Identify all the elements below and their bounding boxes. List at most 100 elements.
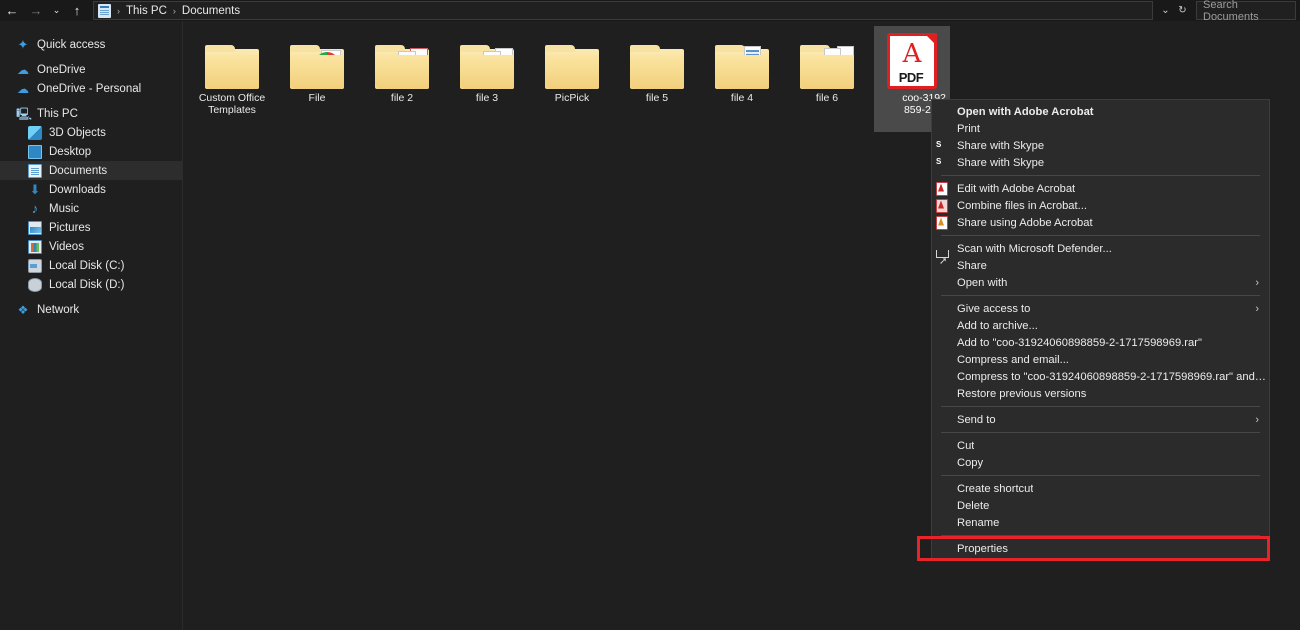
music-icon: ♪ xyxy=(31,200,39,216)
sidebar-item-documents[interactable]: Documents xyxy=(0,161,182,180)
up-arrow-icon[interactable]: ↑ xyxy=(65,0,89,21)
sidebar-item-local-disk-d[interactable]: Local Disk (D:) xyxy=(0,275,182,294)
menu-item-compress-and-email[interactable]: Compress and email... xyxy=(932,351,1269,368)
file-explorer-window: ← → ⌄ ↑ › This PC › Documents ⌄ ↻ Search… xyxy=(0,0,1300,630)
sidebar-item-3d-objects[interactable]: 3D Objects xyxy=(0,123,182,142)
menu-item-restore-previous-versions[interactable]: Restore previous versions xyxy=(932,385,1269,402)
hard-drive-icon xyxy=(28,258,42,273)
skype-icon xyxy=(936,139,953,153)
menu-item-print[interactable]: Print xyxy=(932,120,1269,137)
this-pc-icon: 🖳 xyxy=(16,106,33,121)
menu-item-share-with-skype[interactable]: Share with Skype xyxy=(932,154,1269,171)
sidebar-item-onedrive[interactable]: ☁ OneDrive xyxy=(0,60,182,79)
sidebar-item-label: This PC xyxy=(37,107,78,120)
search-input[interactable]: Search Documents xyxy=(1196,0,1296,23)
menu-item-combine-files-in-acrobat[interactable]: Combine files in Acrobat... xyxy=(932,197,1269,214)
folder-icon xyxy=(619,31,695,89)
file-item-folder[interactable]: file 4 xyxy=(704,31,780,104)
sidebar-item-label: Network xyxy=(37,303,80,316)
sidebar-item-label: Local Disk (C:) xyxy=(49,259,125,272)
sidebar-item-videos[interactable]: Videos xyxy=(0,237,182,256)
menu-item-scan-with-microsoft-defender[interactable]: Scan with Microsoft Defender... xyxy=(932,240,1269,257)
menu-item-label: Compress to "coo-31924060898859-2-171759… xyxy=(957,370,1269,383)
menu-separator xyxy=(941,432,1260,433)
menu-item-edit-with-adobe-acrobat[interactable]: Edit with Adobe Acrobat xyxy=(932,180,1269,197)
menu-item-share-using-adobe-acrobat[interactable]: Share using Adobe Acrobat xyxy=(932,214,1269,231)
menu-item-compress-to-coo-31924060898859-2-1717598[interactable]: Compress to "coo-31924060898859-2-171759… xyxy=(932,368,1269,385)
menu-item-add-to-archive[interactable]: Add to archive... xyxy=(932,317,1269,334)
menu-item-share[interactable]: Share xyxy=(932,257,1269,274)
folder-icon xyxy=(449,31,525,89)
menu-item-open-with-adobe-acrobat[interactable]: Open with Adobe Acrobat xyxy=(932,103,1269,120)
menu-icon-placeholder xyxy=(936,439,953,453)
forward-arrow-icon[interactable]: → xyxy=(24,0,48,21)
chevron-down-icon[interactable]: ⌄ xyxy=(48,0,65,21)
menu-item-label: Open with xyxy=(957,276,1008,289)
menu-item-properties[interactable]: Properties xyxy=(932,540,1269,557)
acrobat-edit-icon xyxy=(936,182,953,196)
submenu-chevron-icon: › xyxy=(1255,302,1259,315)
folder-icon xyxy=(364,31,440,89)
back-arrow-icon[interactable]: ← xyxy=(0,0,24,21)
sidebar-item-pictures[interactable]: Pictures xyxy=(0,218,182,237)
refresh-icon[interactable]: ↻ xyxy=(1174,1,1191,20)
menu-item-cut[interactable]: Cut xyxy=(932,437,1269,454)
pdf-file-icon: A PDF xyxy=(874,31,950,89)
file-item-folder[interactable]: Custom Office Templates xyxy=(194,31,270,116)
sidebar-item-local-disk-c[interactable]: Local Disk (C:) xyxy=(0,256,182,275)
file-item-folder[interactable]: file 6 xyxy=(789,31,865,104)
file-name-label: file 5 xyxy=(645,92,669,104)
breadcrumb-separator: › xyxy=(117,5,120,16)
context-menu[interactable]: Open with Adobe Acrobat Print Share with S… xyxy=(931,99,1270,561)
search-placeholder: Search Documents xyxy=(1203,0,1259,23)
sidebar-item-music[interactable]: ♪ Music xyxy=(0,199,182,218)
breadcrumb[interactable]: › This PC › Documents xyxy=(93,1,1153,20)
menu-item-add-to-coo-31924060898859-2-1717598969-r[interactable]: Add to "coo-31924060898859-2-1717598969.… xyxy=(932,334,1269,351)
menu-item-send-to[interactable]: Send to › xyxy=(932,411,1269,428)
menu-icon-placeholder xyxy=(936,413,953,427)
sidebar-item-downloads[interactable]: ⬇ Downloads xyxy=(0,180,182,199)
submenu-chevron-icon: › xyxy=(1255,413,1259,426)
sidebar-item-onedrive-personal[interactable]: ☁ OneDrive - Personal xyxy=(0,79,182,98)
file-item-folder[interactable]: file 2 xyxy=(364,31,440,104)
menu-item-label: Edit with Adobe Acrobat xyxy=(957,182,1076,195)
file-item-folder[interactable]: file 3 xyxy=(449,31,525,104)
file-name-label: Custom Office Templates xyxy=(198,92,266,116)
menu-item-share-with-skype[interactable]: Share with Skype xyxy=(932,137,1269,154)
sidebar-item-label: OneDrive - Personal xyxy=(37,82,142,95)
cloud-icon: ☁ xyxy=(17,62,29,77)
sidebar-item-network[interactable]: ❖ Network xyxy=(0,300,182,319)
chevron-down-icon[interactable]: ⌄ xyxy=(1157,1,1174,20)
menu-item-delete[interactable]: Delete xyxy=(932,497,1269,514)
sidebar-item-quick-access[interactable]: ✦ Quick access xyxy=(0,35,182,54)
sidebar-item-label: OneDrive xyxy=(37,63,86,76)
pictures-icon xyxy=(28,220,42,235)
sidebar-item-this-pc[interactable]: 🖳 This PC xyxy=(0,104,182,123)
folder-icon xyxy=(534,31,610,89)
menu-item-rename[interactable]: Rename xyxy=(932,514,1269,531)
menu-item-label: Compress and email... xyxy=(957,353,1069,366)
menu-item-give-access-to[interactable]: Give access to › xyxy=(932,300,1269,317)
menu-item-label: Add to "coo-31924060898859-2-1717598969.… xyxy=(957,336,1202,349)
breadcrumb-this-pc[interactable]: This PC xyxy=(124,5,169,17)
menu-item-open-with[interactable]: Open with › xyxy=(932,274,1269,291)
menu-item-copy[interactable]: Copy xyxy=(932,454,1269,471)
desktop-icon xyxy=(28,144,42,159)
menu-item-label: Open with Adobe Acrobat xyxy=(957,105,1094,118)
menu-icon-placeholder xyxy=(936,387,953,401)
file-item-folder[interactable]: File xyxy=(279,31,355,104)
share-arrow-icon xyxy=(936,259,953,273)
videos-icon xyxy=(28,239,42,254)
menu-item-create-shortcut[interactable]: Create shortcut xyxy=(932,480,1269,497)
sidebar-item-label: Local Disk (D:) xyxy=(49,278,125,291)
pdf-label: PDF xyxy=(898,70,924,85)
menu-icon-placeholder xyxy=(936,456,953,470)
sidebar-item-desktop[interactable]: Desktop xyxy=(0,142,182,161)
breadcrumb-documents[interactable]: Documents xyxy=(180,5,242,17)
file-item-folder[interactable]: file 5 xyxy=(619,31,695,104)
winrar-icon xyxy=(936,353,953,367)
acrobat-share-icon xyxy=(936,216,953,230)
file-item-folder[interactable]: PicPick xyxy=(534,31,610,104)
menu-icon-placeholder xyxy=(936,542,953,556)
sidebar-item-label: Pictures xyxy=(49,221,91,234)
